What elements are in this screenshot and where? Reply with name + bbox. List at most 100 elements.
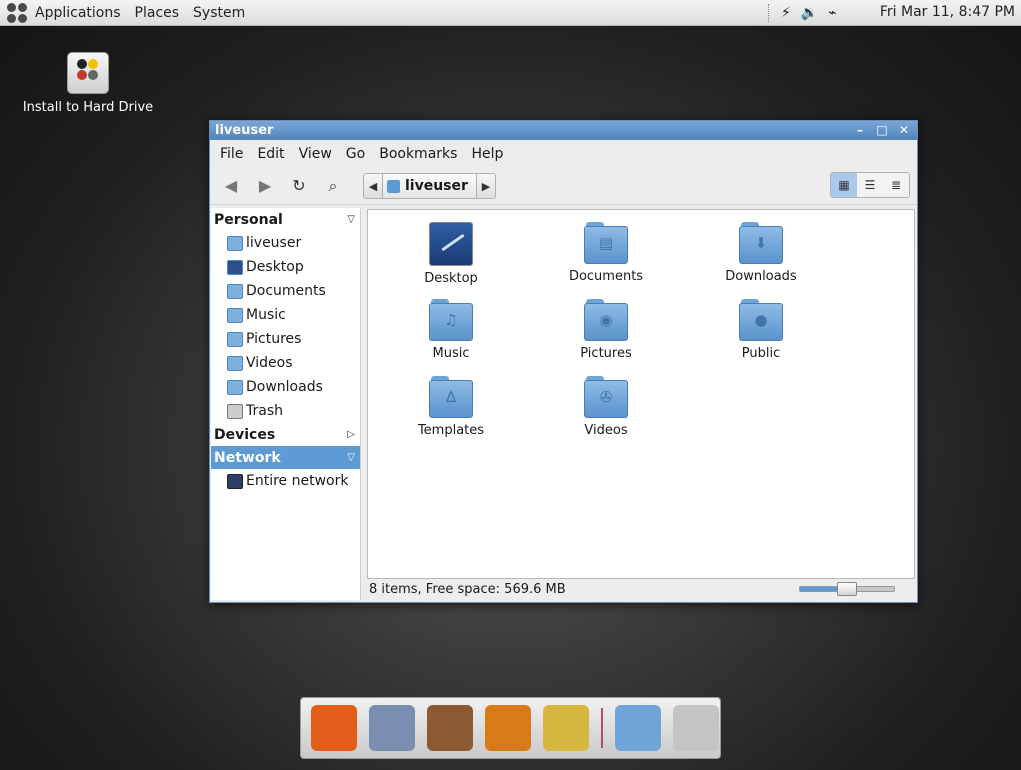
- minimize-button[interactable]: –: [853, 121, 867, 140]
- compact-view-button[interactable]: ≣: [883, 173, 909, 197]
- folder-icon[interactable]: [615, 705, 661, 751]
- sidebar-section-personal[interactable]: Personal ▽: [211, 208, 360, 231]
- back-icon[interactable]: ◀: [218, 173, 244, 199]
- sidebar-item-pictures[interactable]: Pictures: [211, 327, 360, 351]
- file-item-downloads[interactable]: ⬇ Downloads: [706, 222, 816, 284]
- music-folder-icon: [227, 307, 243, 323]
- search-icon[interactable]: ⌕: [320, 173, 346, 199]
- downloads-folder-icon: ⬇: [739, 222, 783, 264]
- videos-folder-icon: ✇: [584, 376, 628, 418]
- expand-triangle-icon[interactable]: ▷: [347, 429, 355, 440]
- applications-menu[interactable]: Applications: [35, 5, 121, 21]
- path-right-arrow-icon[interactable]: ▶: [477, 180, 495, 193]
- menu-go[interactable]: Go: [346, 146, 365, 162]
- system-menu[interactable]: System: [193, 5, 245, 21]
- menu-help[interactable]: Help: [471, 146, 503, 162]
- sidebar-item-desktop[interactable]: Desktop: [211, 255, 360, 279]
- templates-folder-icon: ∆: [429, 376, 473, 418]
- file-item-public[interactable]: ● Public: [706, 299, 816, 361]
- volume-icon[interactable]: 🔉: [801, 5, 818, 21]
- file-icon-view[interactable]: Desktop ▤ Documents ⬇ Downloads ♫ Music …: [367, 209, 915, 579]
- collapse-triangle-icon[interactable]: ▽: [347, 214, 355, 225]
- desktop-icon-label: Install to Hard Drive: [22, 100, 154, 115]
- file-item-label: Public: [741, 346, 781, 361]
- view-mode-switcher: ▦ ☰ ≣: [830, 172, 910, 198]
- menu-file[interactable]: File: [220, 146, 243, 162]
- sidebar-item-entire-network[interactable]: Entire network: [211, 469, 360, 493]
- power-icon[interactable]: ⚡: [781, 5, 791, 21]
- collapse-triangle-icon[interactable]: ▽: [347, 452, 355, 463]
- clock[interactable]: Fri Mar 11, 8:47 PM: [880, 4, 1015, 20]
- sidebar-item-label: liveuser: [246, 235, 302, 251]
- network-icon: [227, 473, 243, 489]
- network-icon[interactable]: ⌁: [828, 5, 836, 21]
- downloads-folder-icon: [227, 379, 243, 395]
- sidebar-item-label: Downloads: [246, 379, 323, 395]
- reload-icon[interactable]: ↻: [286, 173, 312, 199]
- menubar: File Edit View Go Bookmarks Help: [210, 140, 917, 167]
- file-item-label: Downloads: [725, 269, 797, 284]
- sidebar-item-trash[interactable]: Trash: [211, 399, 360, 423]
- file-item-desktop[interactable]: Desktop: [396, 222, 506, 286]
- public-folder-icon: ●: [739, 299, 783, 341]
- file-manager-window: liveuser – □ ✕ File Edit View Go Bookmar…: [209, 120, 918, 603]
- videos-folder-icon: [227, 355, 243, 371]
- file-item-documents[interactable]: ▤ Documents: [551, 222, 661, 284]
- file-item-templates[interactable]: ∆ Templates: [396, 376, 506, 438]
- distro-logo-icon[interactable]: [7, 2, 27, 23]
- firefox-icon[interactable]: [311, 705, 357, 751]
- menu-edit[interactable]: Edit: [257, 146, 284, 162]
- path-crumb-label: liveuser: [405, 178, 468, 194]
- sidebar-item-music[interactable]: Music: [211, 303, 360, 327]
- file-item-pictures[interactable]: ◉ Pictures: [551, 299, 661, 361]
- sidebar-item-label: Trash: [246, 403, 283, 419]
- pictures-folder-icon: ◉: [584, 299, 628, 341]
- sidebar-item-label: Entire network: [246, 473, 349, 489]
- hard-drive-install-icon: [67, 52, 109, 94]
- sidebar-section-network[interactable]: Network ▽: [211, 446, 360, 469]
- file-item-label: Desktop: [424, 271, 478, 286]
- zoom-slider-handle[interactable]: [837, 582, 857, 596]
- sidebar-item-label: Videos: [246, 355, 293, 371]
- desktop-icon-install[interactable]: Install to Hard Drive: [20, 52, 156, 115]
- vlc-icon[interactable]: [485, 705, 531, 751]
- zoom-slider[interactable]: [799, 582, 895, 596]
- places-menu[interactable]: Places: [135, 5, 180, 21]
- menu-view[interactable]: View: [299, 146, 332, 162]
- desktop-folder-icon: [429, 222, 473, 266]
- file-item-music[interactable]: ♫ Music: [396, 299, 506, 361]
- sidebar-item-videos[interactable]: Videos: [211, 351, 360, 375]
- icon-view-button[interactable]: ▦: [831, 173, 857, 197]
- menu-bookmarks[interactable]: Bookmarks: [379, 146, 457, 162]
- file-item-label: Videos: [584, 423, 628, 438]
- status-text: 8 items, Free space: 569.6 MB: [369, 581, 566, 597]
- sidebar-item-documents[interactable]: Documents: [211, 279, 360, 303]
- sidebar-item-downloads[interactable]: Downloads: [211, 375, 360, 399]
- system-tray: ⚡ 🔉 ⌁: [768, 0, 837, 25]
- list-view-button[interactable]: ☰: [857, 173, 883, 197]
- desktop-icon: [227, 259, 243, 275]
- sidebar: Personal ▽ liveuser Desktop Documents Mu…: [211, 208, 361, 600]
- sidebar-item-liveuser[interactable]: liveuser: [211, 231, 360, 255]
- forward-icon[interactable]: ▶: [252, 173, 278, 199]
- trash-icon: [227, 403, 243, 419]
- window-titlebar[interactable]: liveuser – □ ✕: [210, 121, 917, 140]
- documents-folder-icon: ▤: [584, 222, 628, 264]
- trash-icon[interactable]: [673, 705, 719, 751]
- tray-separator: [768, 3, 771, 22]
- home-folder-icon: [387, 179, 400, 193]
- audio-player-icon[interactable]: [427, 705, 473, 751]
- path-left-arrow-icon[interactable]: ◀: [364, 180, 382, 193]
- sidebar-section-devices[interactable]: Devices ▷: [211, 423, 360, 446]
- mail-client-icon[interactable]: [369, 705, 415, 751]
- sidebar-item-label: Music: [246, 307, 286, 323]
- file-item-videos[interactable]: ✇ Videos: [551, 376, 661, 438]
- close-button[interactable]: ✕: [897, 121, 911, 140]
- status-bar: 8 items, Free space: 569.6 MB: [367, 578, 915, 600]
- path-crumb-liveuser[interactable]: liveuser: [382, 174, 477, 198]
- maximize-button[interactable]: □: [875, 121, 889, 140]
- file-item-label: Music: [432, 346, 470, 361]
- section-title: Devices: [214, 426, 276, 443]
- thunar-icon[interactable]: [543, 705, 589, 751]
- window-title: liveuser: [215, 123, 274, 138]
